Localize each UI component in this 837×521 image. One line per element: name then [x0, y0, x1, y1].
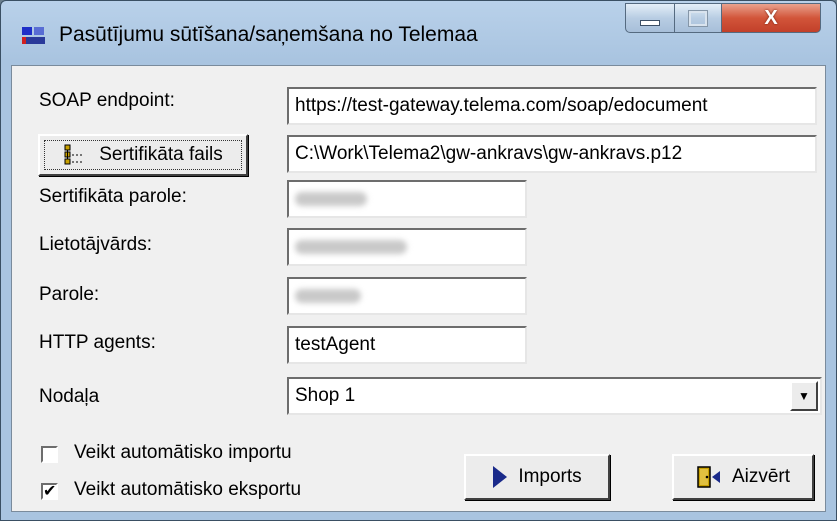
play-arrow-icon — [493, 466, 508, 488]
certificate-file-input[interactable]: C:\Work\Telema2\gw-ankravs\gw-ankravs.p1… — [287, 135, 817, 173]
close-icon: X — [764, 6, 778, 29]
username-input[interactable] — [287, 228, 527, 266]
auto-export-checkbox[interactable]: ✔ — [41, 483, 58, 500]
maximize-button[interactable] — [674, 3, 722, 33]
auto-export-label[interactable]: Veikt automātisko eksportu — [74, 479, 301, 501]
title-bar[interactable]: Pasūtījumu sūtīšana/saņemšana no Telemaa… — [1, 1, 836, 63]
app-icon — [22, 27, 45, 44]
close-dialog-button[interactable]: Aizvērt — [672, 454, 814, 500]
close-dialog-button-label: Aizvērt — [731, 466, 791, 487]
auto-import-label[interactable]: Veikt automātisko importu — [74, 442, 292, 464]
dialog-body: SOAP endpoint: https://test-gateway.tele… — [11, 65, 826, 512]
blurred-value — [295, 289, 361, 303]
password-input[interactable] — [287, 277, 527, 315]
http-agent-input[interactable]: testAgent — [287, 326, 527, 364]
certificate-password-label: Sertifikāta parole: — [39, 186, 187, 207]
http-agent-label: HTTP agents: — [39, 332, 156, 353]
username-label: Lietotājvārds: — [39, 234, 153, 255]
department-label: Nodaļa — [39, 386, 100, 407]
minimize-button[interactable] — [625, 3, 675, 33]
dialog-window: Pasūtījumu sūtīšana/saņemšana no Telemaa… — [0, 0, 837, 521]
department-select-value: Shop 1 — [295, 385, 356, 406]
maximize-icon — [689, 10, 707, 26]
certificate-password-input[interactable] — [287, 180, 527, 218]
close-window-button[interactable]: X — [721, 3, 821, 33]
certificate-file-button-label: Sertifikāta fails — [99, 144, 223, 165]
certificate-file-button[interactable]: Sertifikāta fails — [38, 134, 248, 176]
exit-door-icon — [697, 466, 720, 488]
auto-import-checkbox[interactable] — [41, 446, 58, 463]
blurred-value — [295, 240, 407, 254]
department-select[interactable]: Shop 1 ▼ — [287, 377, 822, 415]
soap-endpoint-label: SOAP endpoint: — [39, 90, 175, 111]
imports-button[interactable]: Imports — [464, 454, 610, 500]
window-title: Pasūtījumu sūtīšana/saņemšana no Telemaa — [59, 23, 478, 46]
certificate-tree-icon — [64, 144, 84, 165]
imports-button-label: Imports — [518, 466, 582, 487]
soap-endpoint-input[interactable]: https://test-gateway.telema.com/soap/edo… — [287, 87, 817, 125]
chevron-down-icon[interactable]: ▼ — [790, 381, 818, 411]
blurred-value — [295, 192, 367, 206]
password-label: Parole: — [39, 284, 100, 305]
minimize-icon — [640, 20, 660, 26]
